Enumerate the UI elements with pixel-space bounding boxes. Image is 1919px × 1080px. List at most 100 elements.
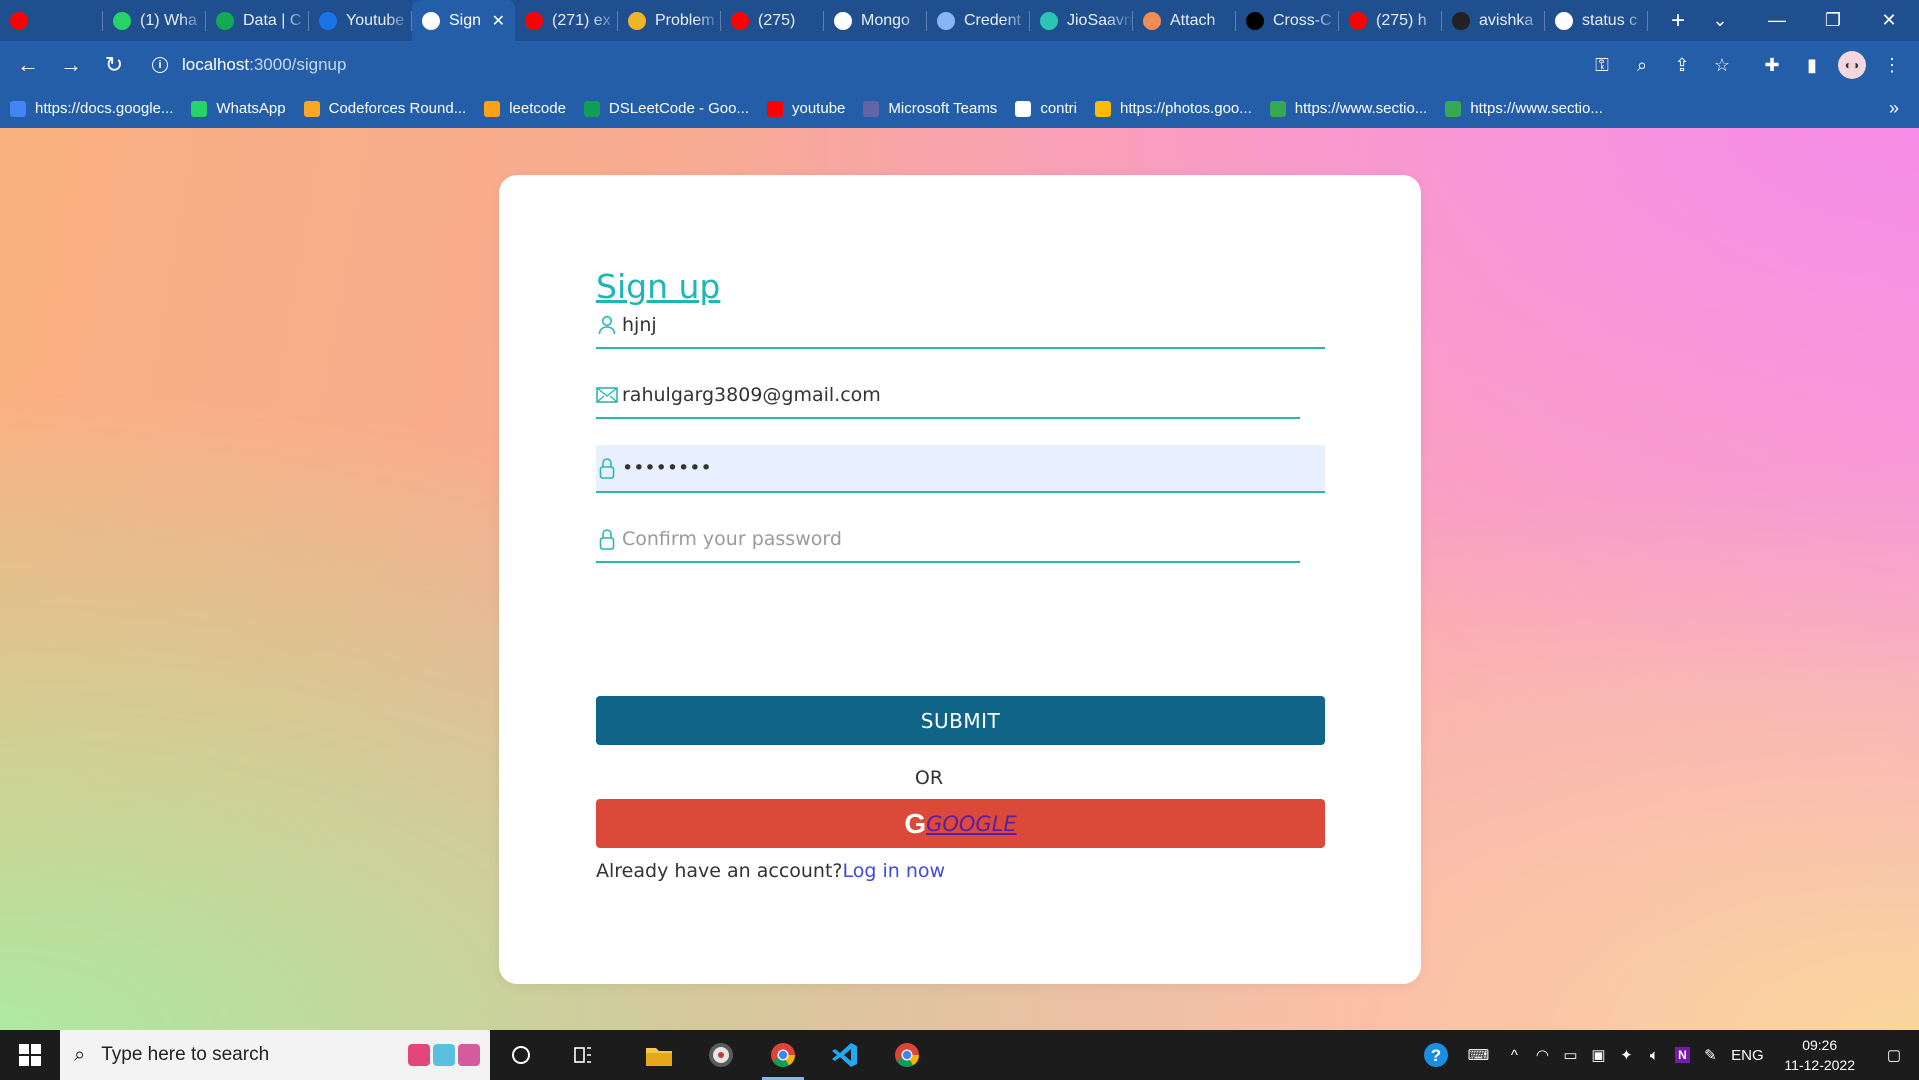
tab-7[interactable]: (275): [721, 0, 824, 41]
confirm-password-input[interactable]: [622, 519, 1300, 559]
media-player-icon[interactable]: [690, 1030, 752, 1080]
bookmark-item[interactable]: Microsoft Teams: [863, 100, 997, 117]
site-info-icon[interactable]: i: [152, 57, 168, 73]
tab-14[interactable]: avishka: [1442, 0, 1545, 41]
minimize-button[interactable]: —: [1752, 0, 1802, 41]
tab-13[interactable]: (275) h: [1339, 0, 1442, 41]
restore-button[interactable]: ❐: [1808, 0, 1858, 41]
bookmark-item[interactable]: https://www.sectio...: [1445, 100, 1603, 117]
cortana-icon[interactable]: [490, 1030, 552, 1080]
pen-icon[interactable]: ✎: [1696, 1030, 1724, 1080]
bookmark-item[interactable]: WhatsApp: [191, 100, 286, 117]
tab-3[interactable]: Youtube: [309, 0, 412, 41]
tab-0[interactable]: [0, 0, 103, 41]
tab-search-icon[interactable]: ⌄: [1695, 0, 1745, 41]
tab-4[interactable]: Sign ✕: [412, 0, 515, 41]
onenote-icon[interactable]: N: [1668, 1030, 1696, 1080]
language-indicator[interactable]: ENG: [1724, 1030, 1770, 1080]
zoom-icon[interactable]: ⌕: [1622, 45, 1662, 85]
submit-button[interactable]: SUBMIT: [596, 696, 1325, 745]
network-app-icon[interactable]: ✦: [1612, 1030, 1640, 1080]
bookmark-item[interactable]: https://photos.goo...: [1095, 100, 1252, 117]
notifications-icon[interactable]: ▢: [1869, 1030, 1919, 1080]
password-input[interactable]: [622, 448, 1325, 488]
clock[interactable]: 09:26 11-12-2022: [1784, 1035, 1855, 1075]
tab-6[interactable]: Problem: [618, 0, 721, 41]
tab-1[interactable]: (1) Wha: [103, 0, 206, 41]
bookmark-item[interactable]: youtube: [767, 100, 845, 117]
volume-icon[interactable]: 🔈︎: [1640, 1030, 1668, 1080]
bookmark-item[interactable]: https://www.sectio...: [1269, 100, 1427, 117]
vscode-icon[interactable]: [814, 1030, 876, 1080]
show-hidden-icons-icon[interactable]: ^: [1500, 1030, 1528, 1080]
bookmark-favicon-icon: [1015, 100, 1032, 117]
tab-11[interactable]: Attach: [1133, 0, 1236, 41]
reload-icon[interactable]: ↻: [94, 45, 134, 85]
share-icon[interactable]: ⇪: [1662, 45, 1702, 85]
tab-fade: [283, 0, 309, 41]
chrome-profile-icon[interactable]: [876, 1030, 938, 1080]
tab-15[interactable]: status c: [1545, 0, 1648, 41]
bookmarks-overflow-icon[interactable]: »: [1889, 89, 1899, 128]
tab-strip: (1) Wha Data | C Youtube Sign ✕ (271) ex Probl…: [0, 0, 1919, 41]
file-explorer-icon[interactable]: [628, 1030, 690, 1080]
new-tab-button[interactable]: +: [1658, 0, 1698, 41]
email-input[interactable]: [622, 375, 1300, 415]
clock-time: 09:26: [1802, 1037, 1838, 1053]
tab-label: Sign: [449, 11, 482, 29]
back-icon[interactable]: ←: [8, 45, 48, 85]
start-button[interactable]: [0, 1030, 60, 1080]
battery-icon[interactable]: ▭: [1556, 1030, 1584, 1080]
page-background: Sign up SUBMIT OR: [0, 128, 1919, 1030]
task-view-icon[interactable]: [552, 1030, 614, 1080]
key-icon[interactable]: ⚿: [1582, 45, 1622, 85]
bookmark-star-icon[interactable]: ☆: [1702, 45, 1742, 85]
bookmark-label: https://photos.goo...: [1120, 100, 1252, 117]
tab-10[interactable]: JioSaavn: [1030, 0, 1133, 41]
url-field[interactable]: i localhost:3000/signup: [138, 47, 1594, 83]
chrome-icon[interactable]: [752, 1030, 814, 1080]
forward-icon[interactable]: →: [51, 45, 91, 85]
bookmark-item[interactable]: https://docs.google...: [10, 100, 173, 117]
display-icon[interactable]: ▣: [1584, 1030, 1612, 1080]
tab-close-icon[interactable]: ✕: [492, 11, 505, 31]
mongodb-icon: [216, 11, 234, 30]
tab-fade: [77, 0, 103, 41]
bookmark-item[interactable]: contri: [1015, 100, 1077, 117]
tab-12[interactable]: Cross-C: [1236, 0, 1339, 41]
keyboard-icon[interactable]: ⌨: [1456, 1030, 1500, 1080]
close-window-button[interactable]: ✕: [1864, 0, 1914, 41]
taskbar-search[interactable]: ⌕ Type here to search: [60, 1030, 490, 1080]
bookmark-favicon-icon: [767, 100, 783, 117]
bookmark-item[interactable]: Codeforces Round...: [303, 100, 466, 117]
menu-icon[interactable]: ⋮: [1872, 45, 1912, 85]
system-tray: ? ⌨ ^ ◠ ▭ ▣ ✦ 🔈︎ N ✎ ENG 09:26 11-12-202…: [1416, 1030, 1919, 1080]
tab-8[interactable]: Mongo: [824, 0, 927, 41]
codeforces-icon: [319, 11, 337, 30]
tab-fade: [592, 0, 618, 41]
login-link[interactable]: Log in now: [843, 860, 946, 882]
tab-5[interactable]: (271) ex: [515, 0, 618, 41]
search-placeholder: Type here to search: [101, 1044, 270, 1065]
bookmark-item[interactable]: DSLeetCode - Goo...: [583, 100, 749, 117]
tab-fade: [1416, 0, 1442, 41]
profile-avatar[interactable]: ◐◑: [1832, 45, 1872, 85]
name-input[interactable]: [622, 305, 1325, 345]
email-field: [596, 373, 1300, 419]
google-signin-button[interactable]: G GOOGLE: [596, 799, 1325, 848]
whatsapp-icon: [113, 11, 131, 30]
bookmark-label: https://www.sectio...: [1470, 100, 1603, 117]
bookmark-label: Microsoft Teams: [888, 100, 998, 117]
bookmark-item[interactable]: leetcode: [484, 100, 566, 117]
extensions-icon[interactable]: ✚: [1752, 45, 1792, 85]
tab-9[interactable]: Credent: [927, 0, 1030, 41]
url-path: :3000/signup: [249, 55, 347, 74]
side-panel-icon[interactable]: ▮: [1792, 45, 1832, 85]
bookmark-favicon-icon: [191, 100, 208, 117]
url-host: localhost: [182, 55, 250, 74]
help-icon[interactable]: ?: [1416, 1030, 1456, 1080]
tab-2[interactable]: Data | C: [206, 0, 309, 41]
leetcode-icon: [628, 11, 646, 30]
wifi-icon[interactable]: ◠: [1528, 1030, 1556, 1080]
youtube-icon: [525, 11, 543, 30]
